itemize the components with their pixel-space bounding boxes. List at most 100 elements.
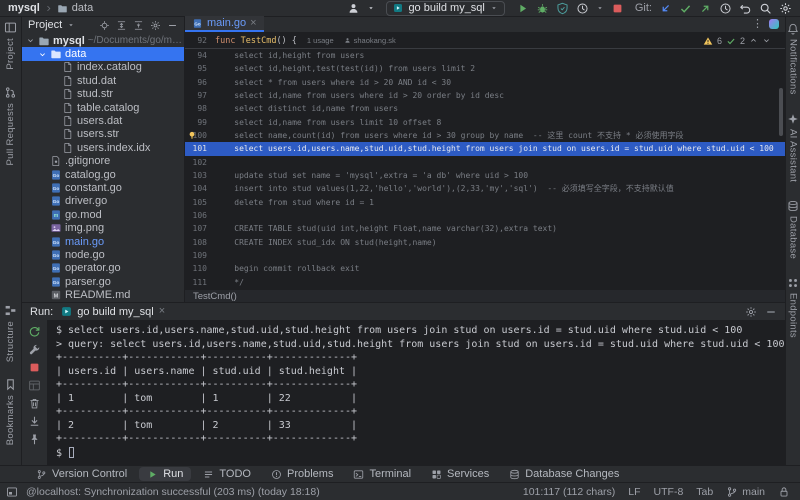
more-options-icon[interactable]: ⋮: [752, 17, 763, 30]
close-icon[interactable]: ×: [159, 306, 165, 317]
tool-stripe-structure[interactable]: Structure: [4, 304, 17, 362]
code-line-106[interactable]: 106: [185, 209, 785, 222]
usages-hint[interactable]: 1 usage: [307, 36, 334, 45]
status-branch[interactable]: main: [726, 486, 765, 498]
chevron-down-icon[interactable]: [67, 21, 75, 29]
tree-item-users-index-idx[interactable]: users.index.idx: [22, 141, 184, 154]
chevron-down-icon[interactable]: [367, 4, 375, 12]
profiler-icon[interactable]: [576, 2, 589, 15]
editor-breadcrumb[interactable]: TestCmd(): [185, 289, 785, 302]
caret-icon[interactable]: [596, 4, 604, 12]
wrench-icon[interactable]: [28, 343, 41, 356]
update-icon[interactable]: [659, 2, 672, 15]
rollback-icon[interactable]: [739, 2, 752, 15]
minimize-icon[interactable]: [765, 306, 777, 318]
code-line-101[interactable]: 101 select users.id,users.name,stud.uid,…: [185, 142, 785, 155]
code-line-110[interactable]: 110 begin commit rollback exit: [185, 262, 785, 275]
status-101-117-112-chars[interactable]: 101:117 (112 chars): [523, 486, 615, 498]
intention-bulb-icon[interactable]: [187, 130, 197, 140]
tool-stripe-notifications[interactable]: Notifications: [787, 23, 799, 95]
stop-icon[interactable]: [28, 361, 41, 374]
window-project-name[interactable]: mysql: [8, 2, 40, 14]
tree-item-node-go[interactable]: Gonode.go: [22, 248, 184, 261]
expand-all-icon[interactable]: [116, 20, 127, 31]
tree-item-main-go[interactable]: Gomain.go: [22, 235, 184, 248]
status-message[interactable]: @localhost: Synchronization successful (…: [26, 486, 320, 498]
coverage-icon[interactable]: [556, 2, 569, 15]
run-console[interactable]: $ select users.id,users.name,stud.uid,st…: [48, 320, 785, 465]
inspections-widget[interactable]: 6 2: [703, 36, 785, 46]
tool-stripe-endpoints[interactable]: Endpoints: [787, 277, 799, 338]
toolwindow-tab-run[interactable]: Run: [139, 467, 191, 481]
tree-item-table-catalog[interactable]: table.catalog: [22, 101, 184, 114]
code-line-96[interactable]: 96 select * from users where id > 20 AND…: [185, 76, 785, 89]
chevron-down-icon[interactable]: [26, 36, 35, 45]
code-line-108[interactable]: 108 CREATE INDEX stud_idx ON stud(height…: [185, 236, 785, 249]
prev-problem-icon[interactable]: [749, 36, 758, 45]
next-problem-icon[interactable]: [762, 36, 771, 45]
tool-stripe-project[interactable]: Project: [4, 21, 17, 70]
code-line-111[interactable]: 111 */: [185, 276, 785, 289]
ai-assistant-icon[interactable]: [769, 19, 779, 29]
search-icon[interactable]: [759, 2, 772, 15]
tree-item-users-str[interactable]: users.str: [22, 128, 184, 141]
user-menu-icon[interactable]: [347, 2, 360, 15]
code-line-95[interactable]: 95 select id,height,test(test(id)) from …: [185, 62, 785, 75]
rerun-icon[interactable]: [28, 325, 41, 338]
tool-stripe-database[interactable]: Database: [787, 200, 799, 259]
tree-item-constant-go[interactable]: Goconstant.go: [22, 181, 184, 194]
code-line-100[interactable]: 100 select name,count(id) from users whe…: [185, 129, 785, 142]
toolwindow-tab-database-changes[interactable]: Database Changes: [501, 467, 627, 481]
tree-item-catalog-go[interactable]: Gocatalog.go: [22, 168, 184, 181]
settings-icon[interactable]: [779, 2, 792, 15]
project-panel-title[interactable]: Project: [28, 19, 62, 31]
pin-icon[interactable]: [28, 433, 41, 446]
toolwindow-tab-problems[interactable]: Problems: [263, 467, 341, 481]
editor-scrollbar[interactable]: [779, 88, 783, 136]
tool-window-switcher-icon[interactable]: [6, 486, 18, 498]
tree-item-index-catalog[interactable]: index.catalog: [22, 61, 184, 74]
tool-stripe-bookmarks[interactable]: Bookmarks: [4, 378, 17, 445]
tree-item-data[interactable]: data: [22, 47, 184, 60]
code-line-104[interactable]: 104 insert into stud values(1,22,'hello'…: [185, 182, 785, 195]
tree-item-users-dat[interactable]: users.dat: [22, 114, 184, 127]
breadcrumb-folder[interactable]: data: [72, 2, 93, 14]
status-tab[interactable]: Tab: [696, 486, 713, 498]
settings-icon[interactable]: [745, 306, 757, 318]
lock-icon[interactable]: [778, 486, 790, 498]
toolwindow-tab-todo[interactable]: TODO: [195, 467, 259, 481]
code-line-102[interactable]: 102: [185, 156, 785, 169]
code-line-99[interactable]: 99 select id,name from users limit 10 of…: [185, 116, 785, 129]
run-icon[interactable]: [516, 2, 529, 15]
run-config-selector[interactable]: go build my_sql: [386, 1, 504, 16]
history-icon[interactable]: [719, 2, 732, 15]
code-line-97[interactable]: 97 select id,name from users where id > …: [185, 89, 785, 102]
locate-icon[interactable]: [99, 20, 110, 31]
clear-icon[interactable]: [28, 397, 41, 410]
status-utf-8[interactable]: UTF-8: [654, 486, 684, 498]
tree-item-go-mod[interactable]: mgo.mod: [22, 208, 184, 221]
commit-icon[interactable]: [679, 2, 692, 15]
settings-icon[interactable]: [150, 20, 161, 31]
tree-item-driver-go[interactable]: Godriver.go: [22, 195, 184, 208]
tree-item-img-png[interactable]: img.png: [22, 221, 184, 234]
scrollend-icon[interactable]: [28, 415, 41, 428]
push-icon[interactable]: [699, 2, 712, 15]
tree-item-gitignore[interactable]: .gitignore: [22, 155, 184, 168]
code-line-105[interactable]: 105 delete from stud where id = 1: [185, 196, 785, 209]
status-lf[interactable]: LF: [628, 486, 640, 498]
chevron-down-icon[interactable]: [38, 50, 47, 59]
tree-item-mysql[interactable]: mysql~/Documents/go/mysql: [22, 34, 184, 47]
tree-item-readme-md[interactable]: MREADME.md: [22, 288, 184, 301]
tree-item-operator-go[interactable]: Gooperator.go: [22, 262, 184, 275]
tree-item-parser-go[interactable]: Goparser.go: [22, 275, 184, 288]
restore-icon[interactable]: [28, 379, 41, 392]
code-editor[interactable]: 92 func TestCmd() { 1 usage shaokang.sk …: [185, 33, 785, 289]
tool-stripe-pull-requests[interactable]: Pull Requests: [4, 86, 17, 166]
code-line-98[interactable]: 98 select distinct id,name from users: [185, 102, 785, 115]
code-line-103[interactable]: 103 update stud set name = 'mysql',extra…: [185, 169, 785, 182]
code-line-109[interactable]: 109: [185, 249, 785, 262]
code-line-94[interactable]: 94 select id,height from users: [185, 49, 785, 62]
toolwindow-tab-services[interactable]: Services: [423, 467, 497, 481]
code-line-107[interactable]: 107 CREATE TABLE stud(uid int,height Flo…: [185, 222, 785, 235]
